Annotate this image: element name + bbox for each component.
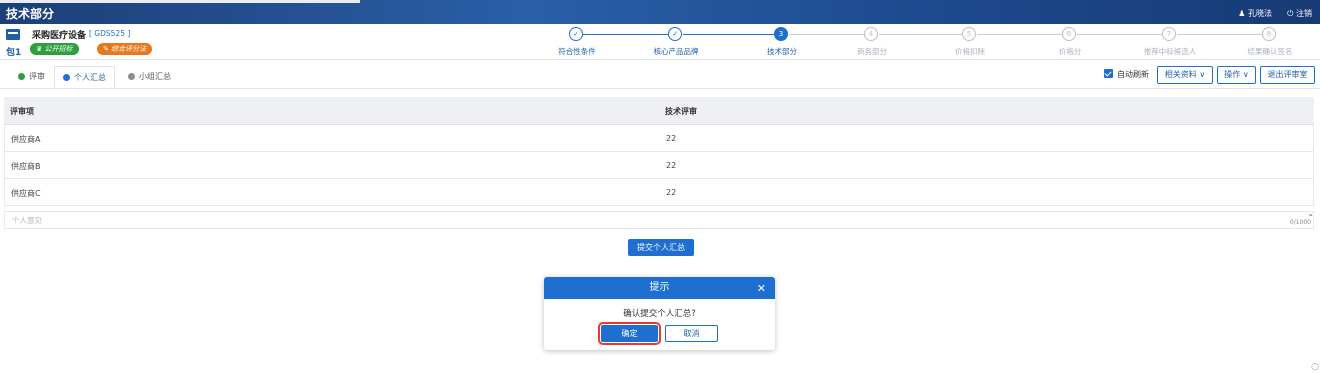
related-docs-label: 相关资料: [1164, 70, 1197, 79]
scroll-up-icon[interactable]: ⌃: [1307, 213, 1314, 222]
check-icon: ✓: [668, 27, 682, 41]
check-icon: ✓: [569, 27, 583, 41]
power-icon: ⏻: [1287, 9, 1296, 18]
step-number: 5: [962, 27, 976, 41]
browser-strip: [0, 0, 360, 3]
score-cell: 22: [666, 188, 677, 197]
dialog-message: 确认提交个人汇总?: [623, 309, 696, 319]
exit-review-button[interactable]: 退出评审室: [1260, 66, 1315, 84]
dialog-title: 提示: [544, 277, 775, 299]
chevron-down-icon: ∨: [1196, 70, 1206, 79]
score-cell: 22: [666, 161, 677, 170]
eval-method-badge: ✎ 综合评分法: [97, 43, 153, 55]
step-label: 推荐中标候选人: [1143, 47, 1197, 56]
step-connector: [1077, 34, 1163, 35]
supplier-cell: 供应商A: [11, 135, 41, 144]
project-bar: 采购医疗设备 [ GDS525 ] 包1 ♛ 公开招标 ✎ 综合评分法 ✓ 符合…: [0, 24, 1320, 60]
logout-link[interactable]: ⏻ 注销: [1287, 8, 1312, 19]
column-header: 评审项: [10, 107, 34, 116]
operate-button[interactable]: 操作 ∨: [1217, 66, 1256, 84]
step-label: 结果确认签名: [1247, 47, 1293, 56]
step-label: 价格扣除: [955, 47, 985, 56]
pen-icon: ✎: [103, 45, 112, 53]
green-dot-icon: [18, 73, 25, 80]
step-connector: [977, 34, 1063, 35]
gray-dot-icon: [128, 73, 135, 80]
confirm-dialog: 提示 ✕ 确认提交个人汇总? 确定 取消: [544, 277, 775, 350]
blue-dot-icon: [63, 74, 70, 81]
page-title: 技术部分: [6, 7, 55, 21]
project-icon: [6, 29, 20, 40]
step-number: 8: [1262, 27, 1276, 41]
auto-refresh-checkbox[interactable]: [1104, 69, 1113, 78]
step-label: 符合性条件: [558, 47, 596, 56]
step-label: 技术部分: [767, 47, 797, 56]
table-row: 供应商C 22: [4, 179, 1314, 206]
step-number: 4: [864, 27, 878, 41]
confirm-button[interactable]: 确定: [598, 322, 661, 345]
personal-opinion-input[interactable]: 个人意见 0/1000: [4, 211, 1314, 229]
step-label: 价格分: [1058, 47, 1082, 56]
chevron-down-icon: ∨: [1240, 70, 1249, 79]
table-row: 供应商B 22: [4, 152, 1314, 179]
user-info[interactable]: ♟ 孔晓法: [1238, 8, 1272, 19]
supplier-cell: 供应商B: [11, 162, 41, 171]
method-badge-label: 公开招标: [44, 45, 73, 53]
step-connector: [879, 34, 964, 35]
score-cell: 22: [666, 134, 677, 143]
project-name: 采购医疗设备: [32, 31, 87, 41]
user-name: 孔晓法: [1248, 9, 1272, 18]
step-number: 3: [774, 27, 788, 41]
step-number: 6: [1062, 27, 1076, 41]
tab-label: 小组汇总: [139, 72, 171, 81]
step-connector: [789, 34, 865, 35]
operate-label: 操作: [1224, 70, 1241, 79]
corner-glyph: ◌: [1311, 362, 1319, 372]
opinion-placeholder: 个人意见: [12, 216, 42, 225]
badge-icon: ♛: [36, 45, 45, 53]
project-code: [ GDS525 ]: [89, 29, 131, 38]
step-label: 商务部分: [857, 47, 887, 56]
table-header: 评审项 技术评审: [4, 97, 1314, 125]
close-icon[interactable]: ✕: [757, 282, 766, 295]
step-label: 核心产品品牌: [653, 47, 699, 56]
step-connector: [1177, 34, 1263, 35]
related-docs-button[interactable]: 相关资料 ∨: [1157, 66, 1213, 84]
method-badge: ♛ 公开招标: [30, 43, 79, 55]
step-connector: [583, 34, 670, 35]
package-label: 包1: [6, 48, 22, 58]
table-row: 供应商A 22: [4, 125, 1314, 152]
submit-personal-summary-button[interactable]: 提交个人汇总: [628, 239, 694, 256]
tab-review[interactable]: 评审: [10, 66, 53, 88]
supplier-cell: 供应商C: [11, 189, 41, 198]
tab-label: 个人汇总: [74, 73, 106, 82]
user-icon: ♟: [1238, 9, 1248, 18]
cancel-button[interactable]: 取消: [665, 325, 718, 342]
tab-personal-summary[interactable]: 个人汇总: [54, 66, 115, 88]
step-number: 7: [1162, 27, 1176, 41]
tab-label: 评审: [29, 72, 45, 81]
top-bar: 技术部分 ♟ 孔晓法 ⏻ 注销: [0, 0, 1320, 24]
auto-refresh-label: 自动刷新: [1117, 70, 1149, 79]
column-header: 技术评审: [665, 107, 697, 116]
logout-label: 注销: [1296, 9, 1312, 18]
tab-group-summary[interactable]: 小组汇总: [120, 66, 179, 88]
eval-badge-label: 综合评分法: [111, 45, 147, 53]
step-connector: [683, 34, 776, 35]
